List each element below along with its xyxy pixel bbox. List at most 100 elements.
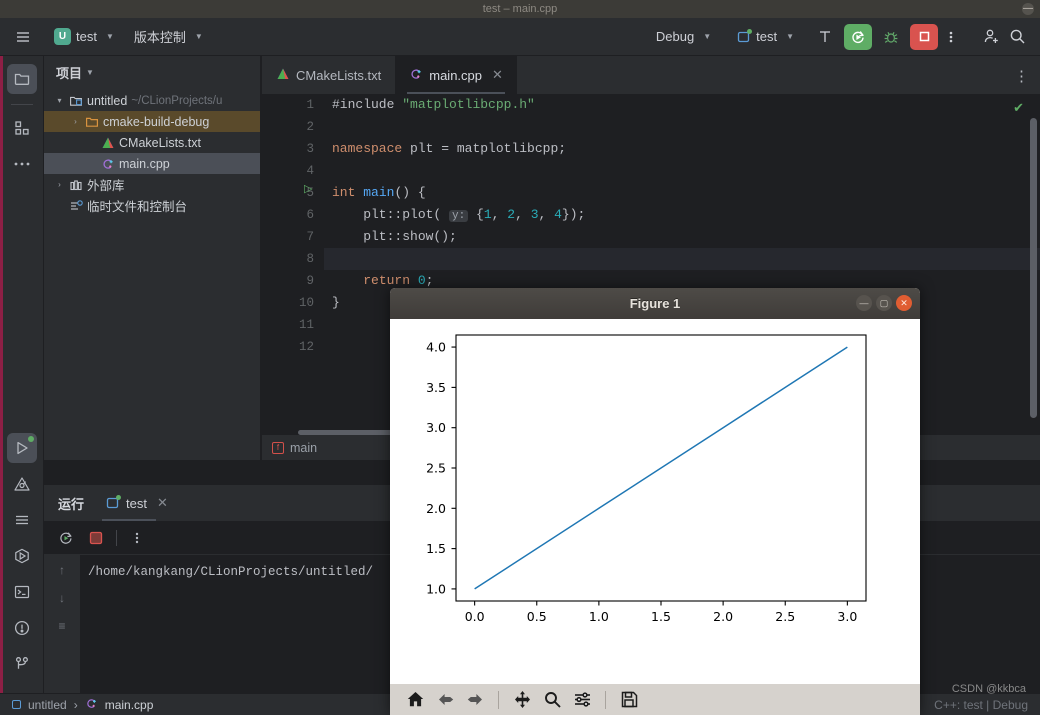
x-tick-label: 2.0 [713,609,733,624]
sidebar-item-version-control[interactable] [7,649,37,679]
sidebar-item-todo[interactable] [7,505,37,535]
hammer-icon[interactable] [812,24,838,50]
run-tab-label: test [126,495,147,511]
project-name-label: test [76,29,97,44]
editor-tab-main-cpp[interactable]: main.cpp ✕ [395,56,517,94]
check-ok-icon[interactable]: ✔ [1013,100,1024,116]
y-tick-label: 4.0 [426,340,446,355]
statusbar-project[interactable]: untitled [28,698,67,712]
close-icon[interactable]: ✕ [896,295,912,311]
sidebar-item-problems[interactable] [7,469,37,499]
line-number: 7 [306,230,314,244]
home-icon[interactable] [402,688,428,712]
editor-tab-cmakelists[interactable]: CMakeLists.txt [262,56,395,94]
save-figure-icon[interactable] [616,688,642,712]
close-icon[interactable]: ✕ [157,495,168,511]
tree-item-untitled[interactable]: ▾ untitled ~/CLionProjects/u [44,90,262,111]
search-icon[interactable] [1004,24,1030,50]
statusbar-separator: › [73,697,78,712]
figure-titlebar[interactable]: Figure 1 — ▢ ✕ [390,288,920,319]
chevron-toggle-icon[interactable]: › [70,117,81,126]
sidebar-item-services[interactable] [7,541,37,571]
tree-item--[interactable]: 临时文件和控制台 [44,195,262,216]
more-vertical-icon[interactable] [127,528,147,548]
tree-item--[interactable]: › 外部库 [44,174,262,195]
editor-scrollbar[interactable] [1030,118,1037,418]
project-selector[interactable]: U test ▼ [48,26,120,47]
console-side-actions: ↑ ↓ ≡ [44,555,80,694]
run-config-icon [737,28,753,44]
statusbar-file[interactable]: main.cpp [105,698,154,712]
scratches-icon [69,199,83,213]
tree-item-cmake-build-debug[interactable]: › cmake-build-debug [44,111,262,132]
project-panel-header[interactable]: 项目 ▼ [44,56,262,88]
x-tick-label: 0.0 [465,609,485,624]
run-tab-test[interactable]: test ✕ [102,485,172,521]
configure-subplots-icon[interactable] [569,688,595,712]
stop-icon[interactable] [86,528,106,548]
figure-window[interactable]: Figure 1 — ▢ ✕ 0.0 0.5 1.0 1.5 2.0 2.5 3.0 1.0 1… [390,288,920,715]
forward-arrow-icon[interactable] [462,688,488,712]
tree-item-cmakelists-txt[interactable]: CMakeLists.txt [44,132,262,153]
chevron-down-icon: ▼ [105,32,114,41]
run-icon[interactable] [844,23,872,50]
run-target-selector[interactable]: test ▼ [731,27,800,46]
sidebar-item-terminal[interactable] [7,577,37,607]
sidebar-item-notifications[interactable] [7,613,37,643]
run-config-icon [106,495,122,510]
main-toolbar: U test ▼ 版本控制 ▼ Debug ▼ test ▼ [0,18,1040,56]
line-number: 11 [298,318,314,332]
soft-wrap-icon[interactable]: ≡ [58,619,65,633]
y-tick-label: 2.0 [426,501,446,516]
maximize-icon[interactable]: ▢ [876,295,892,311]
chevron-toggle-icon[interactable]: › [54,180,65,189]
y-tick-label: 2.5 [426,461,446,476]
y-tick-label: 3.0 [426,420,446,435]
line-number: 1 [306,98,314,112]
code-line: plt::show(); [332,229,457,244]
editor-tab-label: main.cpp [429,67,482,83]
sidebar-item-project[interactable] [6,64,37,94]
arrow-up-icon[interactable]: ↑ [59,563,65,577]
minimize-icon[interactable]: — [1022,3,1034,15]
y-tick-label: 1.5 [426,541,446,556]
line-number: 12 [298,340,314,354]
cpp-icon [85,697,98,713]
line-number: 6 [306,208,314,222]
rail-divider [10,104,33,105]
figure-canvas[interactable]: 0.0 0.5 1.0 1.5 2.0 2.5 3.0 1.0 1.5 2.0 2.5 3.0 3.5 4… [390,319,920,684]
statusbar-toolchain[interactable]: C++: test | Debug [934,698,1028,712]
hamburger-menu-icon[interactable] [10,24,36,50]
module-icon [12,700,21,709]
arrow-down-icon[interactable]: ↓ [59,591,65,605]
back-arrow-icon[interactable] [432,688,458,712]
close-icon[interactable]: ✕ [492,67,503,83]
run-configuration-debug[interactable]: Debug ▼ [650,27,717,46]
x-tick-label: 3.0 [837,609,857,624]
sidebar-item-structure[interactable] [7,113,37,143]
module-icon [69,94,83,108]
add-user-icon[interactable] [978,24,1004,50]
code-line: int main() { [332,185,426,200]
project-badge: U [54,28,71,45]
more-tool-windows-icon[interactable] [7,149,37,179]
tree-item-main-cpp[interactable]: main.cpp [44,153,262,174]
y-tick-label: 1.0 [426,581,446,596]
project-panel-title: 项目 [56,65,83,81]
pan-move-icon[interactable] [509,688,535,712]
more-vertical-icon[interactable] [938,24,964,50]
run-gutter-icon[interactable]: ▷ [304,182,312,195]
rerun-icon[interactable] [56,528,76,548]
vcs-menu[interactable]: 版本控制 ▼ [128,25,209,48]
debug-bug-icon[interactable] [878,24,904,50]
sidebar-item-run[interactable] [6,433,37,463]
os-window-titlebar: test – main.cpp — [0,0,1040,18]
run-config-label: Debug [655,29,695,44]
code-line: plt::plot( y: {1, 2, 3, 4}); [332,207,586,222]
tree-item-label: 外部库 [87,179,125,193]
stop-icon[interactable] [910,23,938,50]
chevron-toggle-icon[interactable]: ▾ [54,96,65,105]
zoom-rect-icon[interactable] [539,688,565,712]
more-vertical-icon[interactable]: ⋮ [1014,67,1030,85]
minimize-icon[interactable]: — [856,295,872,311]
